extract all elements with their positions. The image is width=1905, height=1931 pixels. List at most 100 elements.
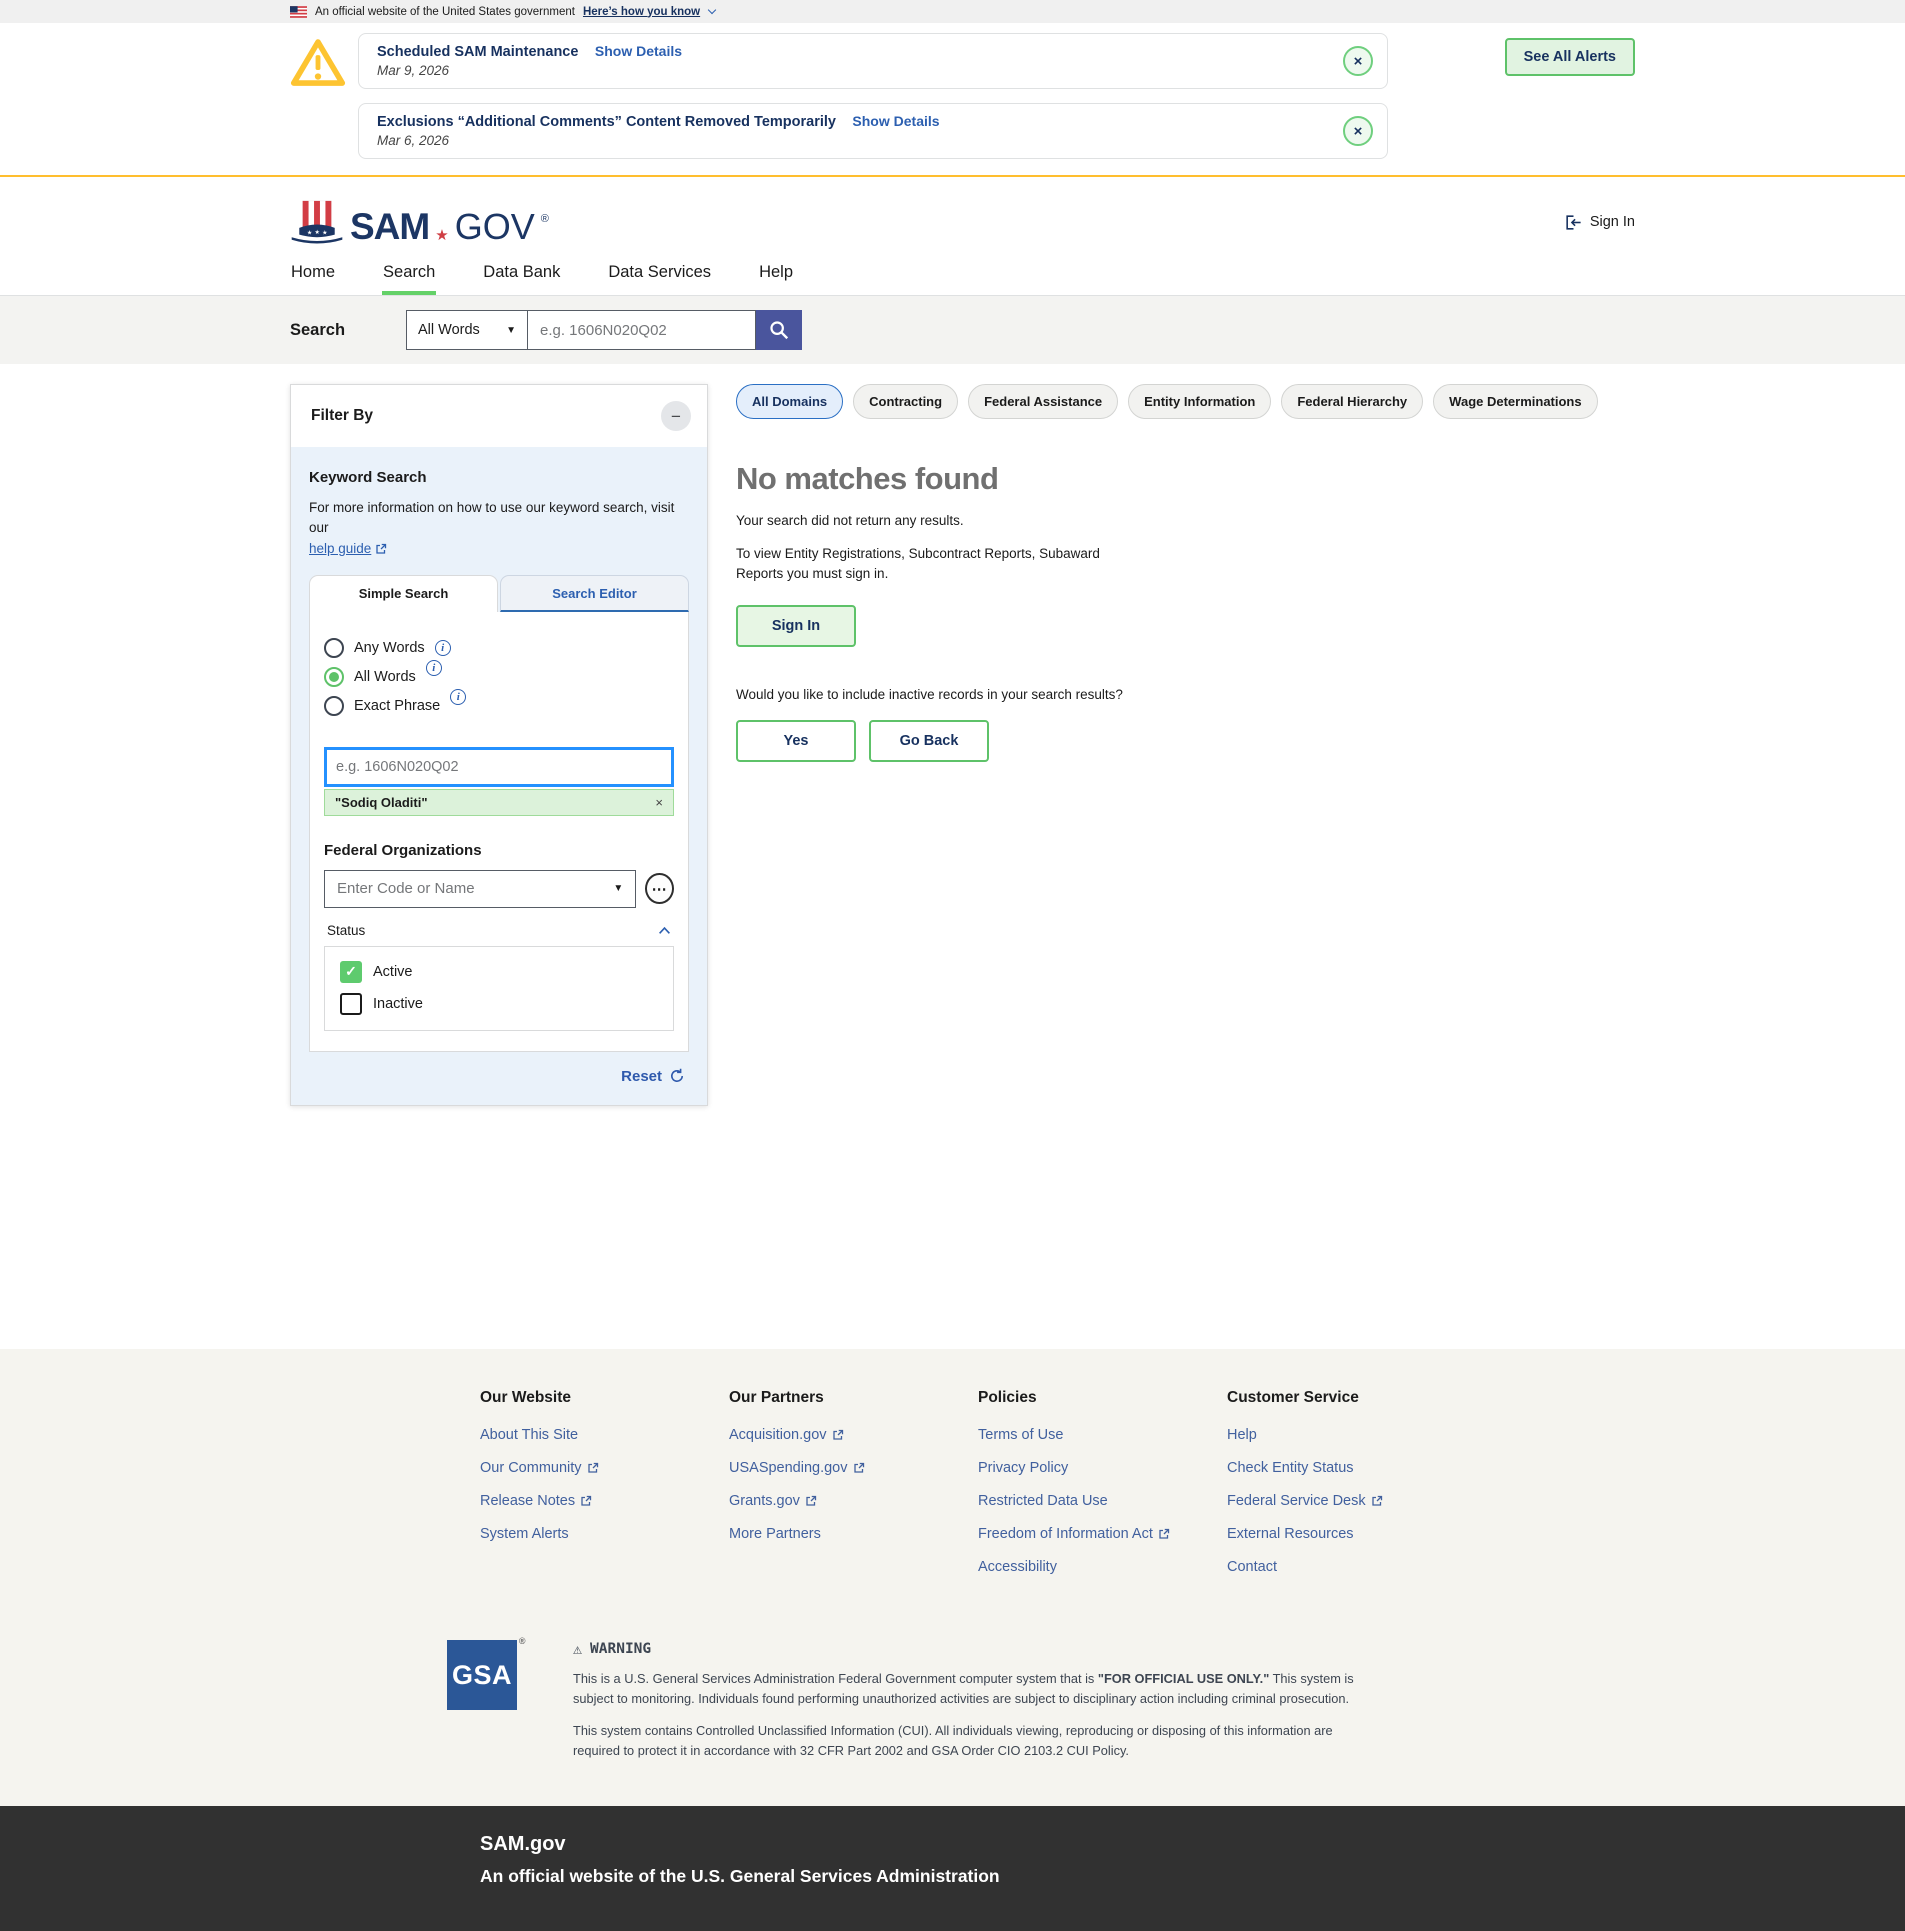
footer-link-restricted-data-use[interactable]: Restricted Data Use — [978, 1493, 1227, 1509]
radio-all-words[interactable] — [324, 667, 344, 687]
header-sign-in-link[interactable]: Sign In — [1564, 213, 1635, 232]
footer-link-label: More Partners — [729, 1526, 821, 1542]
footer-link-label: Grants.gov — [729, 1493, 800, 1509]
global-search-bar: Search All Words ▼ — [0, 296, 1905, 364]
nav-item-help[interactable]: Help — [758, 255, 794, 295]
footer-link-about-this-site[interactable]: About This Site — [480, 1427, 729, 1443]
info-icon[interactable]: i — [435, 640, 451, 656]
status-option-inactive[interactable]: Inactive — [340, 993, 658, 1015]
footer-link-more-partners[interactable]: More Partners — [729, 1526, 978, 1542]
footer-link-privacy-policy[interactable]: Privacy Policy — [978, 1460, 1227, 1476]
sam-gov-logo[interactable]: ★ ★ ★ SAM ★ GOV ® — [290, 199, 549, 245]
uncle-sam-hat-icon: ★ ★ ★ — [290, 199, 344, 245]
federal-organizations-dropdown[interactable]: Enter Code or Name ▼ — [324, 870, 636, 908]
domain-pill-federal-assistance[interactable]: Federal Assistance — [968, 384, 1118, 419]
radio-any-words[interactable] — [324, 638, 344, 658]
external-link-icon — [1158, 1528, 1170, 1540]
keyword-chip: "Sodiq Oladiti" × — [324, 789, 674, 816]
nav-item-home[interactable]: Home — [290, 255, 336, 295]
footer-link-accessibility[interactable]: Accessibility — [978, 1559, 1227, 1575]
filter-collapse-button[interactable]: − — [661, 401, 691, 431]
footer-link-federal-service-desk[interactable]: Federal Service Desk — [1227, 1493, 1476, 1509]
footer-column-policies: Policies Terms of Use Privacy Policy Res… — [978, 1389, 1227, 1592]
footer-link-check-entity-status[interactable]: Check Entity Status — [1227, 1460, 1476, 1476]
nav-item-search[interactable]: Search — [382, 255, 436, 295]
alert-show-details-link[interactable]: Show Details — [595, 43, 682, 59]
how-you-know-link[interactable]: Here’s how you know — [583, 6, 700, 18]
see-all-alerts-button[interactable]: See All Alerts — [1505, 38, 1635, 76]
sign-in-button[interactable]: Sign In — [736, 605, 856, 647]
nav-item-data-services[interactable]: Data Services — [607, 255, 712, 295]
logo-sam-text: SAM — [350, 208, 429, 245]
reset-filters-link[interactable]: Reset — [621, 1068, 662, 1085]
go-back-button[interactable]: Go Back — [869, 720, 989, 762]
keyword-search-heading: Keyword Search — [309, 469, 689, 486]
domain-pill-federal-hierarchy[interactable]: Federal Hierarchy — [1281, 384, 1423, 419]
footer-link-system-alerts[interactable]: System Alerts — [480, 1526, 729, 1542]
warning-triangle-icon — [290, 37, 346, 89]
chevron-down-icon — [708, 5, 717, 14]
footer-nav: Our Website About This Site Our Communit… — [0, 1349, 1905, 1614]
reset-icon[interactable] — [669, 1068, 685, 1084]
keyword-chip-text: "Sodiq Oladiti" — [335, 795, 428, 810]
tab-simple-search[interactable]: Simple Search — [309, 575, 498, 612]
alert-item: Exclusions “Additional Comments” Content… — [358, 103, 1388, 159]
footer-column-heading: Customer Service — [1227, 1389, 1476, 1407]
alert-date: Mar 9, 2026 — [377, 63, 1331, 78]
tab-search-editor[interactable]: Search Editor — [500, 575, 689, 612]
checkbox-checked-icon[interactable]: ✓ — [340, 961, 362, 983]
footer-link-release-notes[interactable]: Release Notes — [480, 1493, 729, 1509]
search-submit-button[interactable] — [756, 310, 802, 350]
info-icon[interactable]: i — [426, 660, 442, 676]
domain-pill-entity-information[interactable]: Entity Information — [1128, 384, 1271, 419]
warning-p1-bold: "FOR OFFICIAL USE ONLY." — [1098, 1671, 1269, 1686]
search-label: Search — [290, 321, 348, 340]
domain-pill-all-domains[interactable]: All Domains — [736, 384, 843, 419]
warning-paragraph-2: This system contains Controlled Unclassi… — [573, 1721, 1363, 1762]
footer-link-grants-gov[interactable]: Grants.gov — [729, 1493, 978, 1509]
chevron-up-icon[interactable] — [658, 926, 671, 935]
footer-link-usaspending-gov[interactable]: USASpending.gov — [729, 1460, 978, 1476]
radio-exact-phrase-label: Exact Phrase — [354, 698, 440, 714]
status-option-active[interactable]: ✓ Active — [340, 961, 658, 983]
status-active-label: Active — [373, 964, 413, 980]
footer-link-help[interactable]: Help — [1227, 1427, 1476, 1443]
keyword-search-input[interactable] — [324, 747, 674, 787]
external-link-icon — [587, 1462, 599, 1474]
include-inactive-question: Would you like to include inactive recor… — [736, 687, 1635, 702]
federal-organizations-more-button[interactable]: ⋯ — [645, 873, 674, 904]
domain-pill-contracting[interactable]: Contracting — [853, 384, 958, 419]
federal-organizations-placeholder: Enter Code or Name — [337, 880, 475, 897]
search-type-dropdown[interactable]: All Words ▼ — [406, 310, 528, 350]
alert-show-details-link[interactable]: Show Details — [852, 113, 939, 129]
nav-item-data-bank[interactable]: Data Bank — [482, 255, 561, 295]
alert-close-button[interactable]: × — [1343, 46, 1373, 76]
footer-link-foia[interactable]: Freedom of Information Act — [978, 1526, 1227, 1542]
status-heading: Status — [327, 923, 365, 938]
alert-item: Scheduled SAM Maintenance Show Details M… — [358, 33, 1388, 89]
alert-close-button[interactable]: × — [1343, 116, 1373, 146]
footer-site-name: SAM.gov — [480, 1833, 1905, 1856]
warning-p1-text: This is a U.S. General Services Administ… — [573, 1671, 1098, 1686]
gov-banner: An official website of the United States… — [0, 0, 1905, 23]
global-search-input[interactable] — [528, 310, 756, 350]
footer-link-terms-of-use[interactable]: Terms of Use — [978, 1427, 1227, 1443]
radio-exact-phrase[interactable] — [324, 696, 344, 716]
warning-heading-label: WARNING — [590, 1641, 651, 1657]
warning-heading: ⚠ WARNING — [573, 1640, 1363, 1658]
chip-remove-icon[interactable]: × — [655, 795, 663, 810]
gsa-logo: GSA ® — [447, 1640, 517, 1710]
footer-link-contact[interactable]: Contact — [1227, 1559, 1476, 1575]
sign-in-required-text: To view Entity Registrations, Subcontrac… — [736, 544, 1144, 583]
yes-button[interactable]: Yes — [736, 720, 856, 762]
info-icon[interactable]: i — [450, 689, 466, 705]
domain-pill-wage-determinations[interactable]: Wage Determinations — [1433, 384, 1597, 419]
footer-link-our-community[interactable]: Our Community — [480, 1460, 729, 1476]
footer-link-external-resources[interactable]: External Resources — [1227, 1526, 1476, 1542]
help-guide-link[interactable]: help guide — [309, 539, 387, 559]
checkbox-unchecked-icon[interactable] — [340, 993, 362, 1015]
footer-link-label: Help — [1227, 1427, 1257, 1443]
help-guide-label: help guide — [309, 539, 371, 559]
footer-link-acquisition-gov[interactable]: Acquisition.gov — [729, 1427, 978, 1443]
alert-date: Mar 6, 2026 — [377, 133, 1331, 148]
